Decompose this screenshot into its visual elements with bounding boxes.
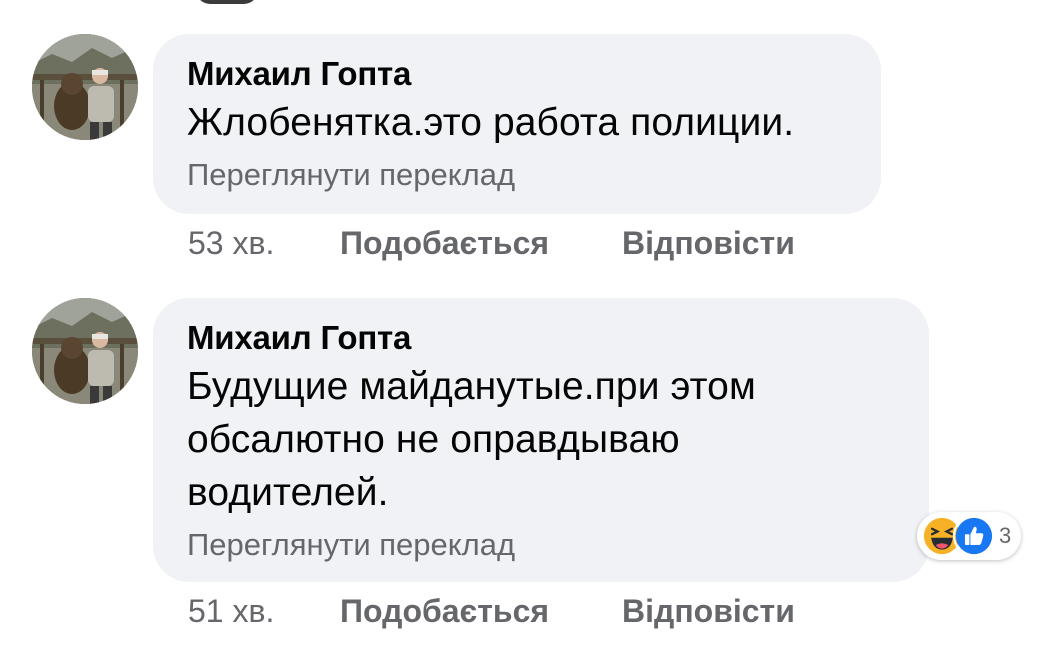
avatar[interactable]	[32, 34, 138, 140]
comment-author[interactable]: Михаил Гопта	[187, 54, 847, 94]
comment-actions: 53 хв. Подобається Відповісти	[188, 223, 795, 263]
comment-bubble: Михаил Гопта Жлобенятка.это работа полиц…	[153, 34, 881, 214]
like-button[interactable]: Подобається	[340, 591, 622, 631]
reply-button[interactable]: Відповісти	[622, 591, 795, 631]
previous-element-edge	[196, 0, 258, 4]
comment-text-line: обсалютно не оправдываю	[187, 418, 680, 461]
comment-text-line: водителей.	[187, 471, 389, 514]
comment-actions: 51 хв. Подобається Відповісти	[188, 591, 795, 631]
comment-author[interactable]: Михаил Гопта	[187, 318, 895, 358]
reply-button[interactable]: Відповісти	[622, 223, 795, 263]
comment-timestamp[interactable]: 53 хв.	[188, 223, 340, 263]
see-translation-link[interactable]: Переглянути переклад	[187, 155, 847, 195]
comment-bubble: Михаил Гопта Будущие майданутые.при этом…	[153, 298, 929, 582]
avatar[interactable]	[32, 298, 138, 404]
comment-text: Жлобенятка.это работа полиции.	[187, 101, 795, 144]
comment-text: Будущие майданутые.при этом обсалютно не…	[187, 360, 895, 519]
reactions-summary[interactable]: 3	[917, 512, 1022, 560]
like-button[interactable]: Подобається	[340, 223, 622, 263]
comment-text-line: Будущие майданутые.при этом	[187, 365, 756, 408]
comment-timestamp[interactable]: 51 хв.	[188, 591, 340, 631]
see-translation-link[interactable]: Переглянути переклад	[187, 525, 895, 565]
reactions-count: 3	[999, 523, 1012, 548]
like-icon	[953, 515, 995, 557]
